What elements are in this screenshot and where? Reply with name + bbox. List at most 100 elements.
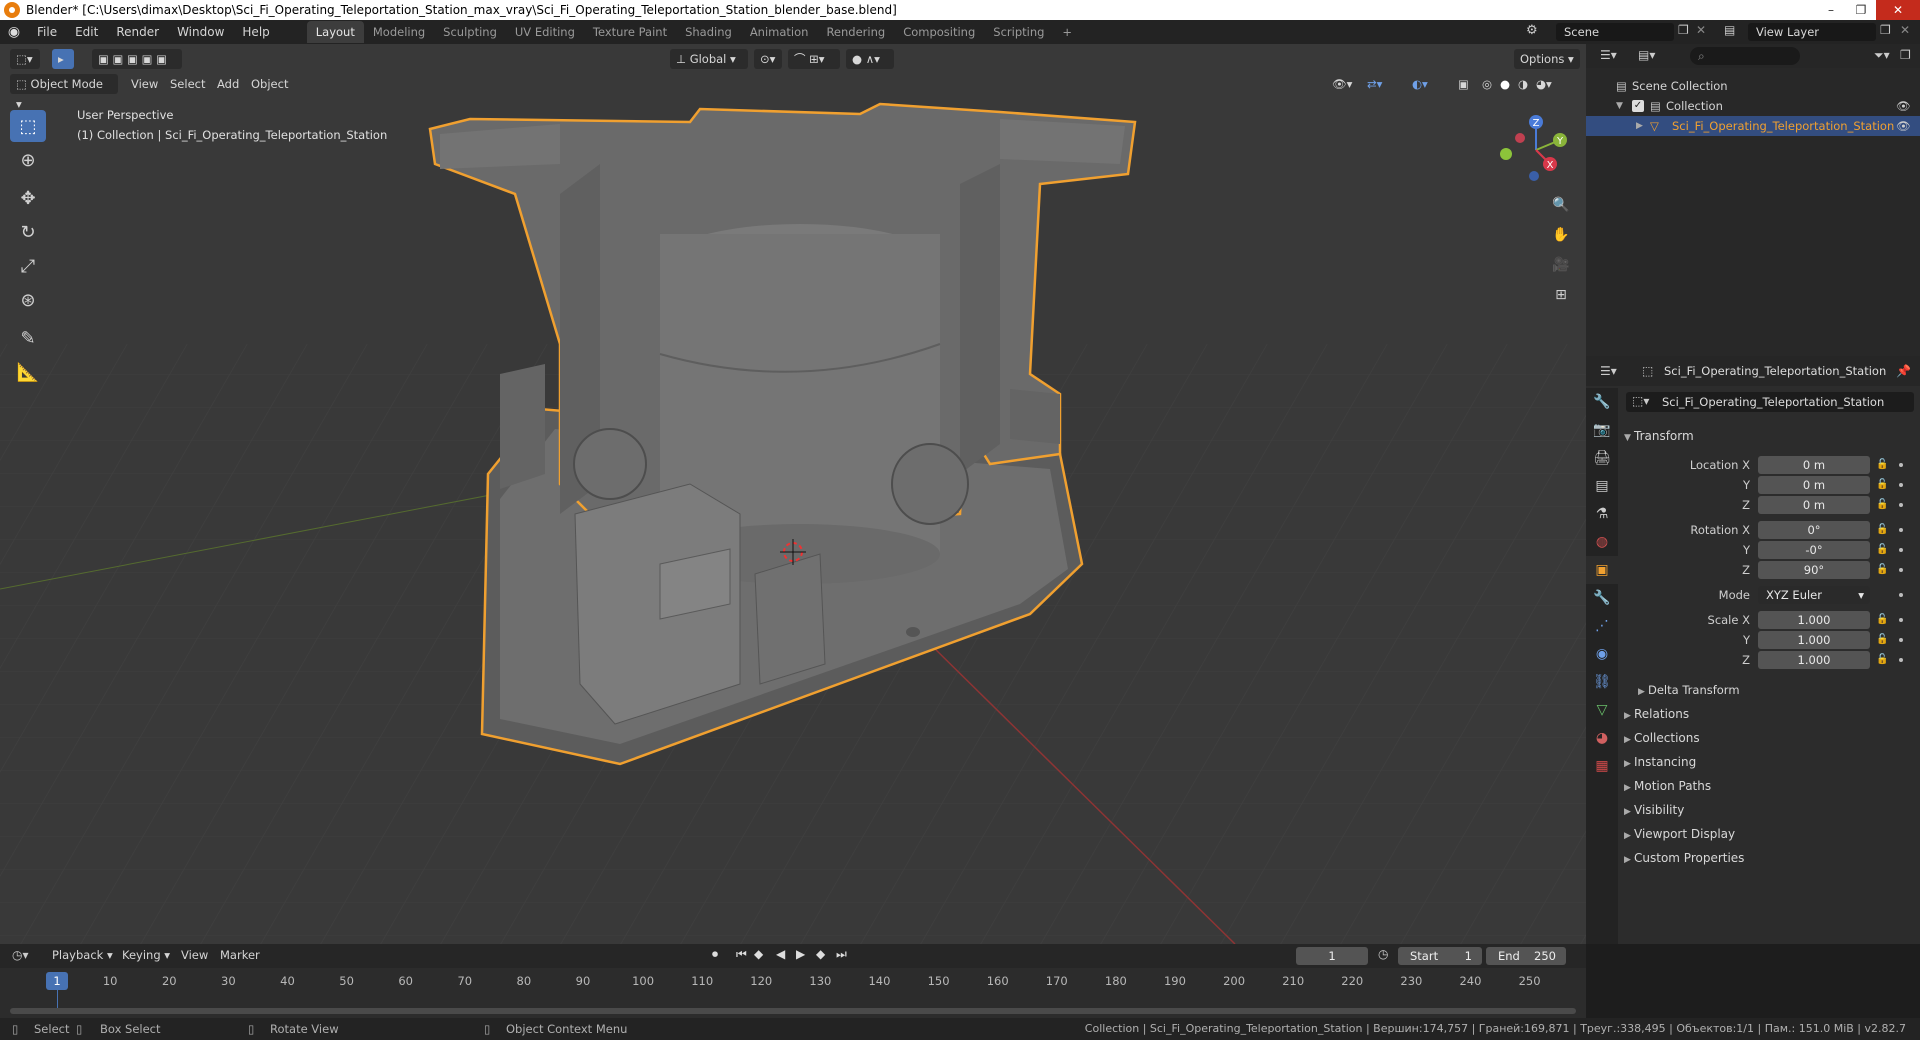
cursor-tool-icon[interactable]: ⊕ (10, 144, 46, 176)
tab-uv-editing[interactable]: UV Editing (506, 21, 584, 43)
play-icon[interactable]: ▶ (796, 947, 805, 961)
jump-end-icon[interactable]: ⏭ (836, 947, 847, 962)
scale-z-keyframe-dot[interactable] (1899, 658, 1903, 662)
tab-texture-paint[interactable]: Texture Paint (584, 21, 676, 43)
scene-selector-icon[interactable]: ⚙ (1526, 23, 1538, 38)
3d-viewport[interactable]: ⬚▾ ▸ ▣ ▣ ▣ ▣ ▣ ⊥ Global ▾ ⊙▾ ⌒ ⊞▾ ● ∧▾ O… (0, 44, 1586, 944)
camera-view-icon[interactable]: 🎥 (1548, 252, 1574, 278)
scale-z-lock-icon[interactable]: 🔓 (1876, 654, 1888, 666)
object-tab-icon[interactable]: ▣ (1586, 556, 1618, 584)
data-tab-icon[interactable]: ▽ (1586, 696, 1618, 724)
current-frame-field[interactable]: 1 (1296, 947, 1368, 965)
scale-y-lock-icon[interactable]: 🔓 (1876, 634, 1888, 646)
view-layer-field[interactable]: View Layer (1748, 23, 1876, 41)
rendered-shading-icon[interactable]: ◕▾ (1536, 74, 1552, 94)
render-tab-icon[interactable]: 📷 (1586, 416, 1618, 444)
scene-name-field[interactable]: Scene (1556, 23, 1674, 41)
location-y-lock-icon[interactable]: 🔓 (1876, 479, 1888, 491)
modifier-tab-icon[interactable]: 🔧 (1586, 584, 1618, 612)
rotation-z-lock-icon[interactable]: 🔓 (1876, 564, 1888, 576)
material-tab-icon[interactable]: ◕ (1586, 724, 1618, 752)
particles-tab-icon[interactable]: ⋰ (1586, 612, 1618, 640)
location-z-keyframe-dot[interactable] (1899, 503, 1903, 507)
jump-start-icon[interactable]: ⏮ (736, 947, 747, 962)
world-tab-icon[interactable]: ◍ (1586, 528, 1618, 556)
menu-edit[interactable]: Edit (66, 20, 107, 44)
tool-settings-tab-icon[interactable]: 🔧 (1586, 388, 1618, 416)
pin-icon[interactable]: 📌 (1896, 364, 1911, 378)
location-y-field[interactable]: 0 m (1758, 476, 1870, 494)
timeline-menu-keying[interactable]: Keying ▾ (122, 948, 170, 962)
select-box-tool-icon[interactable]: ⬚ (10, 110, 46, 142)
use-preview-range-icon[interactable]: ◷ (1378, 947, 1388, 961)
maximize-button[interactable]: ❐ (1846, 0, 1876, 20)
play-reverse-icon[interactable]: ◀ (776, 947, 785, 961)
menu-render[interactable]: Render (107, 20, 168, 44)
transform-panel-header[interactable]: ▼ Transform (1624, 426, 1694, 448)
viewport-menu-view[interactable]: View (131, 74, 158, 94)
scale-x-field[interactable]: 1.000 (1758, 611, 1870, 629)
outliner-new-collection-icon[interactable]: ❐ (1900, 48, 1911, 62)
zoom-icon[interactable]: 🔍 (1548, 192, 1574, 218)
navigation-gizmo[interactable]: Z Y X (1496, 110, 1576, 190)
rotation-mode-keyframe-dot[interactable] (1899, 593, 1903, 597)
scene-tab-icon[interactable]: ⚗ (1586, 500, 1618, 528)
menu-file[interactable]: File (28, 20, 66, 44)
outliner-search-input[interactable]: ⌕ (1690, 47, 1800, 65)
selection-mode-buttons[interactable]: ▣ ▣ ▣ ▣ ▣ (92, 49, 182, 69)
timeline-menu-playback[interactable]: Playback ▾ (52, 948, 113, 962)
instancing-panel-header[interactable]: ▶ Instancing (1624, 752, 1696, 774)
relations-panel-header[interactable]: ▶ Relations (1624, 704, 1689, 726)
location-z-lock-icon[interactable]: 🔓 (1876, 499, 1888, 511)
location-x-keyframe-dot[interactable] (1899, 463, 1903, 467)
minimize-button[interactable]: – (1816, 0, 1846, 20)
gizmo-toggle-icon[interactable]: ⇄▾ (1367, 74, 1382, 94)
visibility-panel-header[interactable]: ▶ Visibility (1624, 800, 1684, 822)
scale-y-field[interactable]: 1.000 (1758, 631, 1870, 649)
viewport-menu-select[interactable]: Select (170, 74, 205, 94)
rotation-z-field[interactable]: 90° (1758, 561, 1870, 579)
menu-help[interactable]: Help (233, 20, 278, 44)
viewport-menu-object[interactable]: Object (251, 74, 288, 94)
material-shading-icon[interactable]: ◑ (1518, 74, 1528, 94)
location-x-field[interactable]: 0 m (1758, 456, 1870, 474)
close-button[interactable]: ✕ (1876, 0, 1920, 20)
transform-tool-icon[interactable]: ⊛ (10, 284, 46, 316)
collections-panel-header[interactable]: ▶ Collections (1624, 728, 1700, 750)
pan-hand-icon[interactable]: ✋ (1548, 222, 1574, 248)
outliner-scene-collection-row[interactable]: ▤ Scene Collection (1586, 76, 1920, 96)
rotation-z-keyframe-dot[interactable] (1899, 568, 1903, 572)
editor-type-button[interactable]: ⬚▾ (10, 49, 40, 69)
object-name-field[interactable]: ⬚▾ Sci_Fi_Operating_Teleportation_Statio… (1626, 392, 1914, 412)
outliner-collection-row[interactable]: ▼ ✓ ▤ Collection 👁 (1586, 96, 1920, 116)
viewport-display-panel-header[interactable]: ▶ Viewport Display (1624, 824, 1735, 846)
measure-tool-icon[interactable]: 📐 (10, 356, 46, 388)
tab-rendering[interactable]: Rendering (817, 21, 894, 43)
blender-menu-icon[interactable]: ◉ (0, 20, 28, 44)
collection-expand-icon[interactable]: ▼ (1616, 96, 1623, 116)
prev-keyframe-icon[interactable]: ◆ (754, 947, 763, 961)
scale-tool-icon[interactable]: ⤢ (10, 250, 46, 282)
next-keyframe-icon[interactable]: ◆ (816, 947, 825, 961)
options-dropdown[interactable]: Options ▾ (1514, 49, 1580, 69)
scale-x-lock-icon[interactable]: 🔓 (1876, 614, 1888, 626)
location-y-keyframe-dot[interactable] (1899, 483, 1903, 487)
delta-transform-subpanel[interactable]: ▶ Delta Transform (1638, 680, 1740, 702)
object-expand-icon[interactable]: ▶ (1636, 116, 1643, 136)
pivot-point-dropdown[interactable]: ⊙▾ (754, 49, 782, 69)
select-tool-mode-button[interactable]: ▸ (52, 49, 74, 69)
proportional-edit-toggle[interactable]: ● ∧▾ (846, 49, 894, 69)
solid-shading-icon[interactable]: ● (1500, 74, 1510, 94)
output-tab-icon[interactable]: 🖨 (1586, 444, 1618, 472)
record-button-icon[interactable]: ⏺ (712, 947, 718, 962)
remove-scene-icon[interactable]: ✕ (1696, 23, 1706, 37)
tab-shading[interactable]: Shading (676, 21, 741, 43)
motion-paths-panel-header[interactable]: ▶ Motion Paths (1624, 776, 1711, 798)
rotate-tool-icon[interactable]: ↻ (10, 216, 46, 248)
tab-scripting[interactable]: Scripting (984, 21, 1053, 43)
outliner-display-mode-icon[interactable]: ▤▾ (1638, 48, 1655, 62)
outliner-editor-type-icon[interactable]: ☰▾ (1600, 48, 1617, 62)
view-layer-tab-icon[interactable]: ▤ (1586, 472, 1618, 500)
tab-modeling[interactable]: Modeling (364, 21, 434, 43)
timeline-scrollbar[interactable] (10, 1008, 1576, 1014)
